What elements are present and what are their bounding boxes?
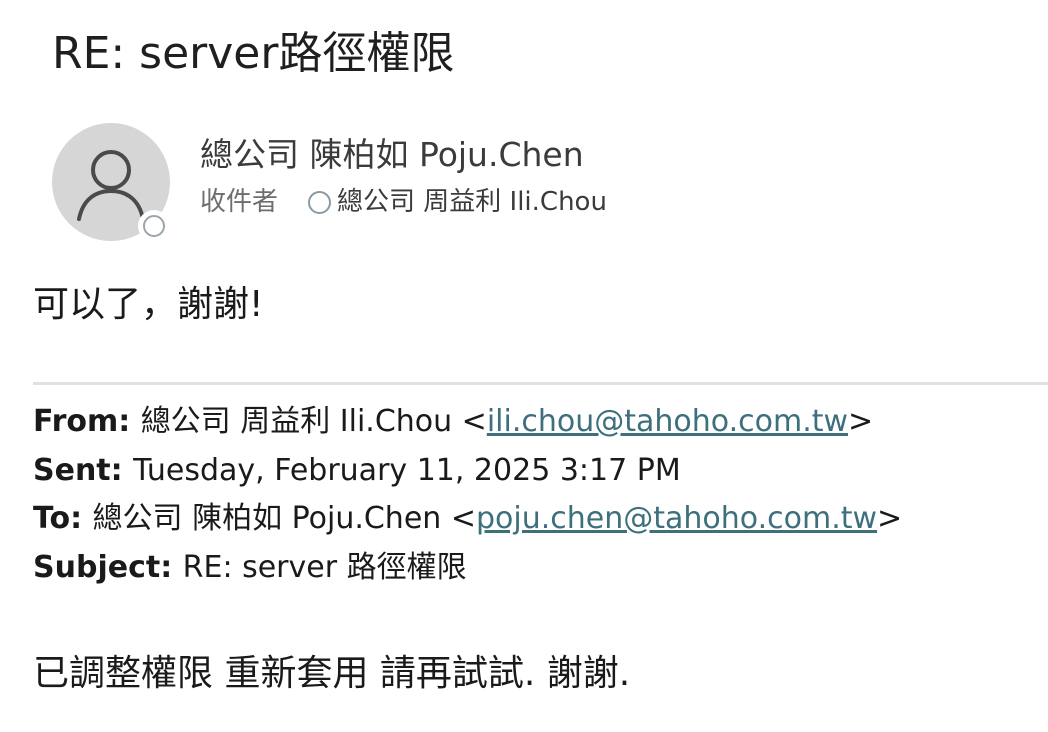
quoted-from-label: From: [33,404,141,439]
quoted-to-row: To: 總公司 陳柏如 Poju.Chen <poju.chen@tahoho.… [33,499,902,539]
quoted-sent-row: Sent: Tuesday, February 11, 2025 3:17 PM [33,451,681,491]
recipients-line: 收件者 總公司 周益利 Ili.Chou [200,184,607,220]
reply-body-text: 可以了，謝謝! [33,284,264,325]
email-subject-title: RE: server路徑權限 [52,28,455,79]
quoted-subject-label: Subject: [33,550,183,585]
quote-divider [33,382,1048,385]
quoted-to-name: 總公司 陳柏如 Poju.Chen < [92,501,476,536]
quoted-from-email-link[interactable]: ili.chou@tahoho.com.tw [487,404,848,439]
quoted-from-name: 總公司 周益利 Ili.Chou < [140,404,487,439]
email-reading-pane: RE: server路徑權限 總公司 陳柏如 Poju.Chen 收件者 總公司… [0,0,1048,732]
recipient-presence-icon [308,190,332,214]
quoted-subject-value: RE: server 路徑權限 [182,550,467,585]
to-label: 收件者 [200,187,279,217]
presence-status-icon [138,210,170,242]
sender-name[interactable]: 總公司 陳柏如 Poju.Chen [200,133,584,177]
quoted-to-close: > [877,501,903,536]
quoted-from-row: From: 總公司 周益利 Ili.Chou <ili.chou@tahoho.… [33,402,873,442]
quoted-to-email-link[interactable]: poju.chen@tahoho.com.tw [476,501,877,536]
quoted-to-label: To: [33,501,93,536]
quoted-sent-label: Sent: [33,453,134,488]
quoted-subject-row: Subject: RE: server 路徑權限 [33,548,467,588]
quoted-body-text: 已調整權限 重新套用 請再試試. 謝謝. [33,653,631,694]
quoted-sent-value: Tuesday, February 11, 2025 3:17 PM [133,453,681,488]
recipient-name[interactable]: 總公司 周益利 Ili.Chou [337,184,607,220]
quoted-from-close: > [848,404,874,439]
